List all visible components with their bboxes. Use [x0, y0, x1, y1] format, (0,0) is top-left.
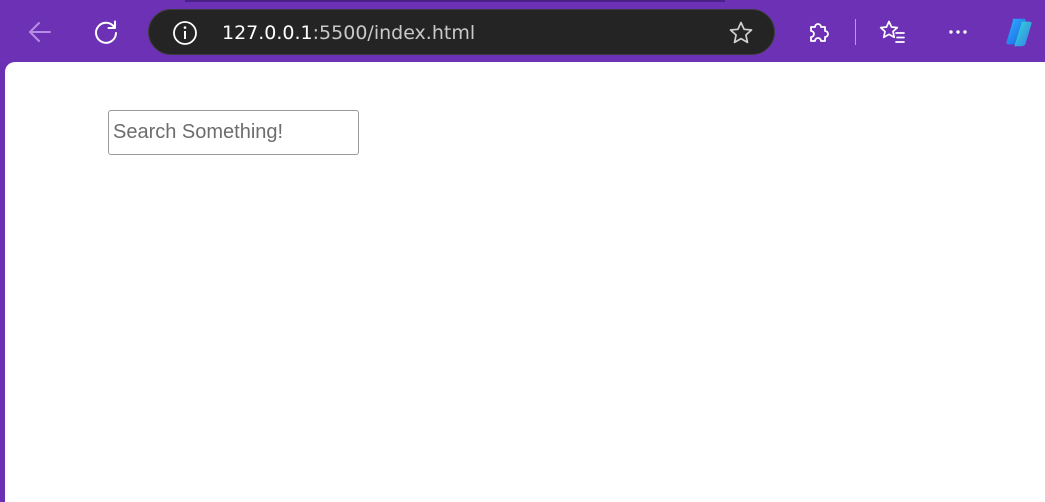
puzzle-icon: [810, 23, 829, 42]
address-bar[interactable]: 127.0.0.1:5500/index.html: [148, 9, 775, 55]
active-tab-edge: [185, 0, 725, 2]
arrow-left-icon: [29, 22, 51, 42]
page-viewport: [5, 62, 1045, 502]
url-host: 127.0.0.1: [222, 22, 313, 44]
refresh-button[interactable]: [88, 14, 124, 50]
url-path: :5500/index.html: [312, 22, 476, 44]
refresh-icon: [95, 20, 117, 44]
toolbar-divider: [855, 19, 856, 45]
info-icon[interactable]: [172, 20, 198, 46]
star-list-icon: [879, 20, 905, 43]
copilot-icon: [1006, 18, 1032, 47]
copilot-button[interactable]: [1001, 14, 1037, 50]
star-icon: [729, 21, 753, 44]
search-input[interactable]: [108, 110, 359, 155]
more-button[interactable]: [940, 14, 976, 50]
back-button[interactable]: [22, 14, 58, 50]
add-favorite-button[interactable]: [726, 18, 756, 48]
favorites-button[interactable]: [874, 14, 910, 50]
extensions-button[interactable]: [801, 14, 837, 50]
browser-toolbar: 127.0.0.1:5500/index.html: [0, 0, 1045, 62]
more-horizontal-icon: [949, 30, 967, 34]
url-text[interactable]: 127.0.0.1:5500/index.html: [222, 21, 475, 45]
